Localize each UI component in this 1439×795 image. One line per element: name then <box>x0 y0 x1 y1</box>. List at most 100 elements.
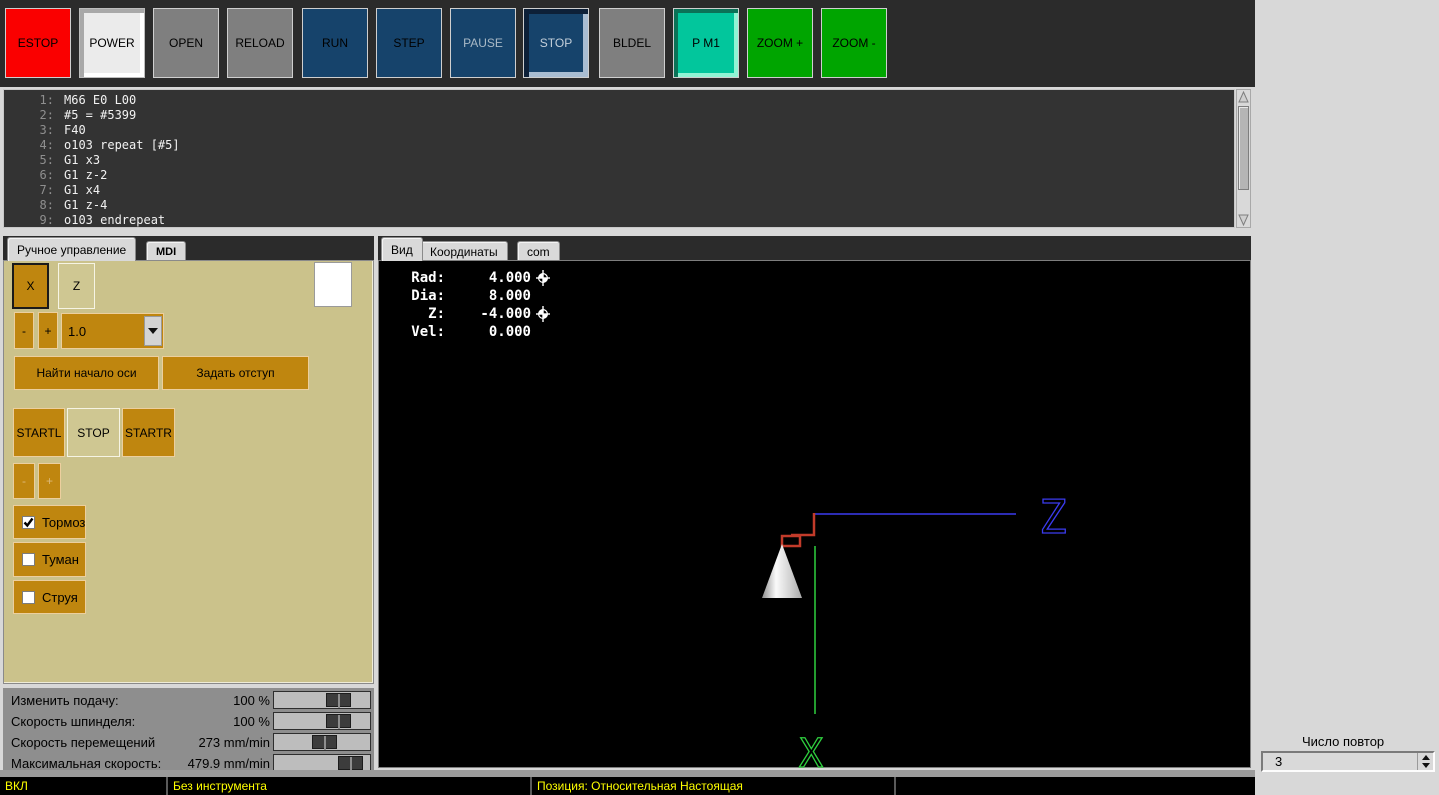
zoom-out-button[interactable]: ZOOM - <box>821 8 887 78</box>
status-bar: ВКЛ Без инструмента Позиция: Относительн… <box>0 777 1255 795</box>
mist-checkbox[interactable]: Туман <box>13 542 86 577</box>
spinner-arrows <box>1417 753 1433 770</box>
tab-com[interactable]: com <box>517 241 560 261</box>
checkbox-label: Тормоз <box>42 514 86 530</box>
gcode-listing[interactable]: 1: M66 E0 L00 2: #5 = #5399 3: F40 4: o103 r… <box>3 89 1235 228</box>
scroll-down-icon[interactable] <box>1238 214 1249 226</box>
power-button[interactable]: POWER <box>79 8 145 78</box>
checkbox-unchecked-icon[interactable] <box>22 553 35 566</box>
gcode-line: 8: G1 z-4 <box>4 198 1234 213</box>
reload-button[interactable]: RELOAD <box>227 8 293 78</box>
line-number: 6: <box>39 168 54 182</box>
pause-button[interactable]: PAUSE <box>450 8 516 78</box>
line-code: #5 = #5399 <box>64 108 137 122</box>
estop-button[interactable]: ESTOP <box>5 8 71 78</box>
tool-color-swatch <box>314 262 352 307</box>
spindle-plus-button[interactable]: + <box>38 463 61 499</box>
feed-override-label: Изменить подачу: <box>11 693 119 708</box>
spinner-up-icon[interactable] <box>1418 753 1433 762</box>
max-velocity-label: Максимальная скорость: <box>11 756 162 771</box>
jog-plus-button[interactable]: + <box>38 312 58 349</box>
line-number: 1: <box>39 93 54 107</box>
gcode-line: 1: M66 E0 L00 <box>4 93 1234 108</box>
home-axis-button[interactable]: Найти начало оси <box>14 356 159 390</box>
gcode-line: 6: G1 z-2 <box>4 168 1234 183</box>
step-button[interactable]: STEP <box>376 8 442 78</box>
checkbox-label: Туман <box>42 552 79 567</box>
checkbox-unchecked-icon[interactable] <box>22 590 35 604</box>
scroll-up-icon[interactable] <box>1238 91 1249 103</box>
line-code: G1 z-4 <box>64 198 108 212</box>
gcode-line: 9: o103 endrepeat <box>4 213 1234 227</box>
line-code: G1 x4 <box>64 183 101 197</box>
open-button[interactable]: OPEN <box>153 8 219 78</box>
machine-state-status: ВКЛ <box>0 777 168 795</box>
line-code: G1 x3 <box>64 153 101 167</box>
spindle-startl-button[interactable]: STARTL <box>13 408 65 457</box>
spinner-down-icon[interactable] <box>1418 762 1433 771</box>
line-code: o103 endrepeat <box>64 213 166 227</box>
combobox-arrow[interactable] <box>144 316 162 346</box>
flood-checkbox[interactable]: Струя <box>13 580 86 614</box>
line-number: 8: <box>39 198 54 212</box>
z-axis-label: Z <box>1039 490 1067 544</box>
tab-manual-control[interactable]: Ручное управление <box>7 237 137 261</box>
repeat-count-value[interactable]: 3 <box>1263 754 1417 769</box>
gcode-line: 5: G1 x3 <box>4 153 1234 168</box>
jog-speed-value: 273 mm/min <box>198 735 270 750</box>
toolpath-loop-rect <box>780 534 802 548</box>
checkbox-checked-icon[interactable] <box>22 515 35 529</box>
bottom-divider <box>0 770 1255 777</box>
scrollbar-thumb[interactable] <box>1238 106 1249 190</box>
jog-speed-slider[interactable] <box>273 733 371 751</box>
bldel-button[interactable]: BLDEL <box>599 8 665 78</box>
status-empty <box>896 777 1255 795</box>
spindle-override-value: 100 % <box>233 714 270 729</box>
tab-coordinates[interactable]: Координаты <box>420 241 508 261</box>
backplot-drawing: Z X <box>762 489 1067 769</box>
jog-increment-value: 1.0 <box>68 323 87 339</box>
tab-view[interactable]: Вид <box>381 237 423 261</box>
slider-handle[interactable] <box>326 693 351 708</box>
spindle-stop-button[interactable]: STOP <box>67 408 120 457</box>
gcode-line: 7: G1 x4 <box>4 183 1234 198</box>
override-panel: Изменить подачу: 100 % Скорость шпинделя… <box>3 688 374 772</box>
left-tabstrip: Ручное управление MDI <box>3 236 374 261</box>
jog-speed-label: Скорость перемещений <box>11 735 156 750</box>
slider-handle[interactable] <box>326 714 351 729</box>
line-number: 7: <box>39 183 54 197</box>
spindle-startr-button[interactable]: STARTR <box>122 408 175 457</box>
chevron-down-icon <box>148 328 158 334</box>
line-number: 5: <box>39 153 54 167</box>
toolpath-feed-line <box>791 513 816 537</box>
backplot-canvas[interactable]: Rad: 4.000 Dia: 8.000 Z: -4.000 Vel: 0.0… <box>378 260 1251 769</box>
axis-x-button[interactable]: X <box>12 263 49 309</box>
gcode-line: 4: o103 repeat [#5] <box>4 138 1234 153</box>
jog-speed-row: Скорость перемещений 273 mm/min <box>3 733 374 751</box>
tab-mdi[interactable]: MDI <box>146 241 187 261</box>
spindle-override-label: Скорость шпинделя: <box>11 714 136 729</box>
zoom-in-button[interactable]: ZOOM + <box>747 8 813 78</box>
jog-increment-combobox[interactable]: 1.0 <box>61 313 164 349</box>
spindle-override-slider[interactable] <box>273 712 371 730</box>
gcode-scrollbar[interactable] <box>1236 89 1251 228</box>
slider-handle[interactable] <box>338 756 363 771</box>
feed-override-value: 100 % <box>233 693 270 708</box>
spindle-minus-button[interactable]: - <box>13 463 35 499</box>
brake-checkbox[interactable]: Тормоз <box>13 505 86 539</box>
axis-z-button[interactable]: Z <box>58 263 95 309</box>
stop-button[interactable]: STOP <box>523 8 589 78</box>
run-button[interactable]: RUN <box>302 8 368 78</box>
toolbar: ESTOP POWER OPEN RELOAD RUN STEP PAUSE S… <box>0 0 1255 87</box>
pm1-button[interactable]: P M1 <box>673 8 739 78</box>
jog-minus-button[interactable]: - <box>14 312 34 349</box>
feed-override-slider[interactable] <box>273 691 371 709</box>
line-number: 9: <box>39 213 54 227</box>
slider-handle[interactable] <box>312 735 337 750</box>
feed-override-row: Изменить подачу: 100 % <box>3 691 374 709</box>
set-offset-button[interactable]: Задать отступ <box>162 356 309 390</box>
repeat-count-spinbox[interactable]: 3 <box>1261 751 1435 772</box>
repeat-count-label: Число повтор <box>1302 734 1385 749</box>
line-code: M66 E0 L00 <box>64 93 137 107</box>
line-code: G1 z-2 <box>64 168 108 182</box>
